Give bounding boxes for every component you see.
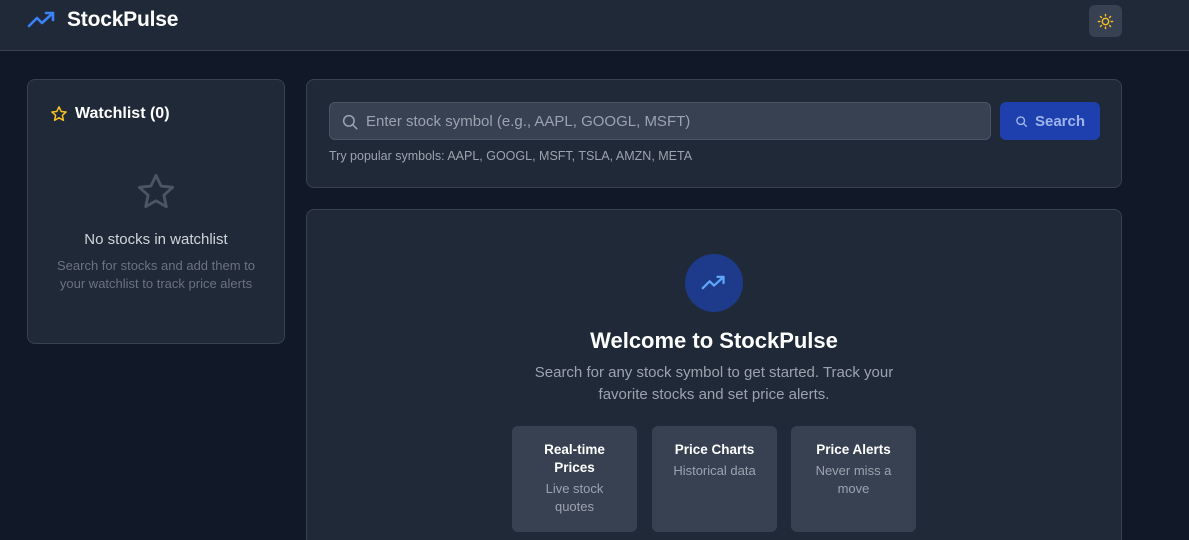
- watchlist-empty-description: Search for stocks and add them to your w…: [57, 258, 255, 291]
- watchlist-title: Watchlist (0): [75, 105, 170, 122]
- app-header: StockPulse: [0, 0, 1189, 51]
- feature-title: Price Charts: [674, 442, 755, 457]
- search-icon: [342, 114, 358, 130]
- trending-up-icon: [27, 11, 55, 28]
- popular-symbols-hint: Try popular symbols: AAPL, GOOGL, MSFT, …: [329, 149, 693, 163]
- star-icon: [51, 106, 67, 122]
- trending-up-icon: [701, 275, 725, 290]
- search-button-label: Search: [1034, 112, 1086, 130]
- feature-title: Price Alerts: [816, 442, 891, 457]
- welcome-panel: Welcome to StockPulse Search for any sto…: [306, 209, 1122, 540]
- feature-description: Live stock quotes: [545, 481, 604, 514]
- watchlist-empty-title: No stocks in watchlist: [84, 231, 228, 248]
- search-button[interactable]: Search: [1000, 102, 1100, 140]
- search-icon: [1016, 115, 1028, 127]
- search-box[interactable]: [329, 102, 991, 140]
- feature-card-price-charts: Price Charts Historical data: [652, 426, 777, 532]
- brand-name[interactable]: StockPulse: [67, 8, 178, 32]
- welcome-description: Search for any stock symbol to get start…: [534, 364, 894, 403]
- feature-card-price-alerts: Price Alerts Never miss a move: [791, 426, 916, 532]
- search-input[interactable]: [366, 103, 986, 139]
- star-outline-icon: [137, 173, 175, 209]
- watchlist-panel: Watchlist (0) No stocks in watchlist Sea…: [27, 79, 285, 344]
- feature-description: Never miss a move: [815, 463, 892, 496]
- theme-toggle-button[interactable]: [1089, 5, 1122, 37]
- feature-title: Real-time Prices: [544, 442, 605, 475]
- sun-icon: [1097, 13, 1114, 29]
- feature-card-realtime-prices: Real-time Prices Live stock quotes: [512, 426, 637, 532]
- welcome-title: Welcome to StockPulse: [590, 328, 838, 353]
- watchlist-header: Watchlist (0): [50, 105, 170, 123]
- welcome-icon-badge: [685, 254, 743, 312]
- feature-description: Historical data: [673, 463, 756, 478]
- search-panel: Search Try popular symbols: AAPL, GOOGL,…: [306, 79, 1122, 188]
